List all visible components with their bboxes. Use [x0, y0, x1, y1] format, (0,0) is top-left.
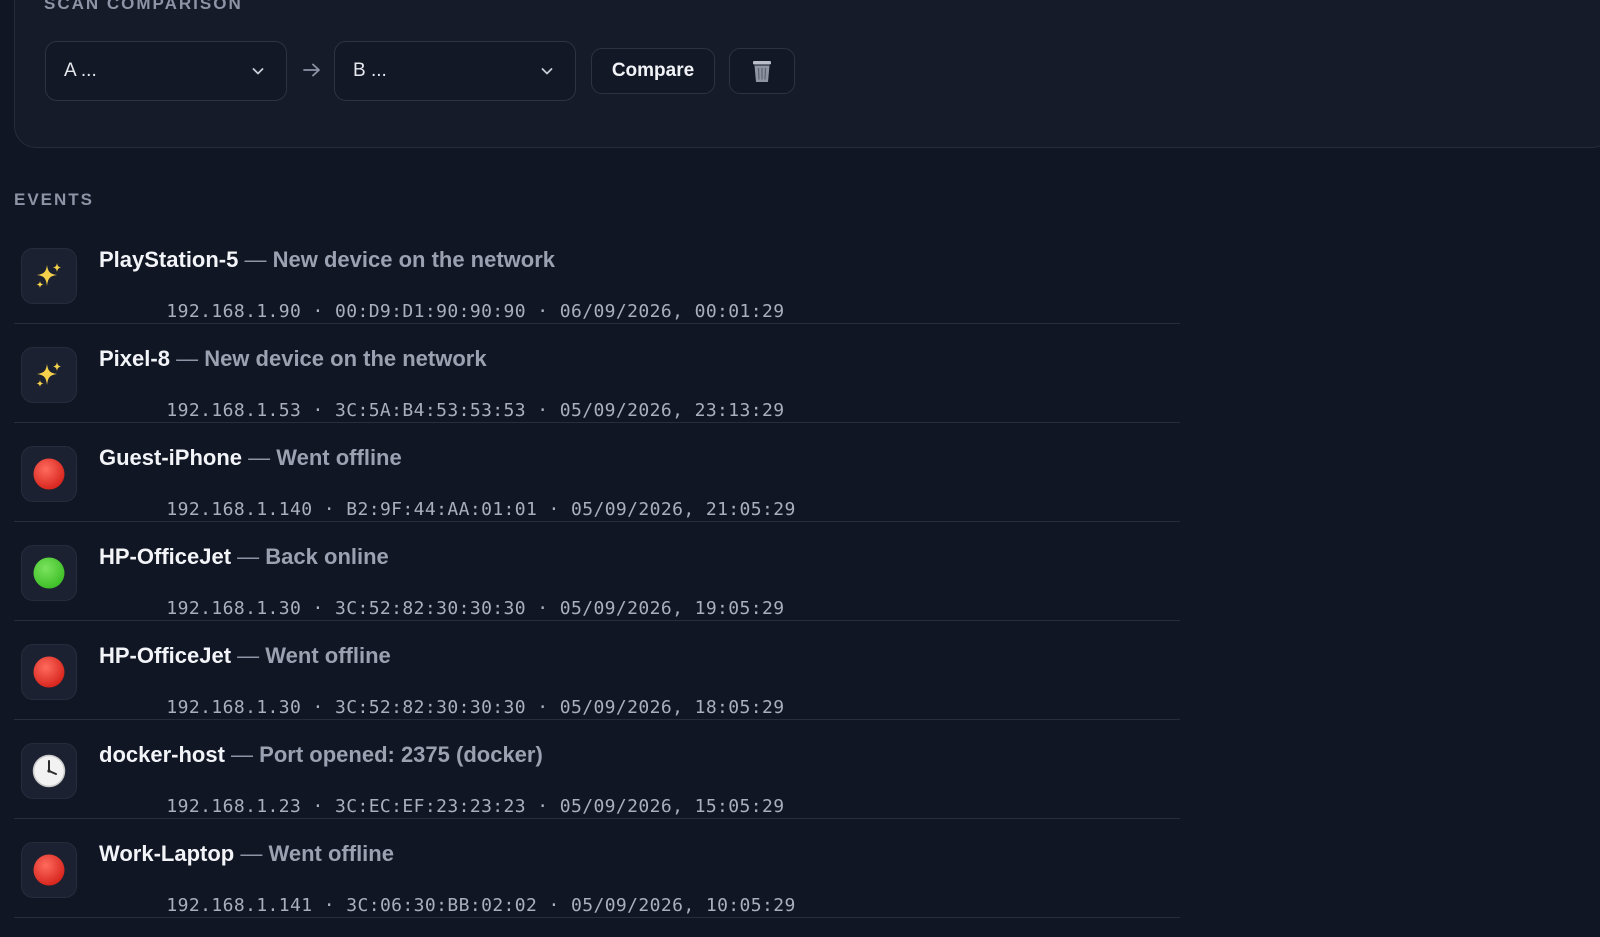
- event-ip: 192.168.1.53: [166, 400, 302, 421]
- trash-icon: [753, 61, 771, 82]
- event-ip: 192.168.1.23: [166, 796, 302, 817]
- event-timestamp: 05/09/2026, 23:13:29: [559, 400, 785, 421]
- event-device-name: PlayStation-5: [99, 247, 239, 272]
- event-timestamp: 05/09/2026, 21:05:29: [570, 499, 796, 520]
- event-row[interactable]: Work-Laptop — Went offline 192.168.1.141…: [14, 819, 1180, 918]
- event-device-name: Pixel-8: [99, 346, 170, 371]
- event-icon: [21, 446, 77, 502]
- chevron-down-icon: [252, 68, 264, 75]
- arrow-right-icon: [303, 63, 320, 77]
- event-separator: —: [248, 445, 277, 470]
- event-timestamp: 05/09/2026, 10:05:29: [570, 895, 796, 916]
- meta-separator: ·: [312, 499, 347, 520]
- red-circle-icon: [33, 656, 65, 688]
- red-circle-icon: [33, 854, 65, 886]
- event-row[interactable]: HP-OfficeJet — Back online 192.168.1.30 …: [14, 522, 1180, 621]
- meta-separator: ·: [301, 697, 335, 718]
- event-separator: —: [176, 346, 205, 371]
- meta-separator: ·: [301, 598, 335, 619]
- scan-comparison-title: SCAN COMPARISON: [44, 0, 243, 13]
- event-ip: 192.168.1.30: [166, 697, 302, 718]
- clock-icon: [32, 754, 66, 788]
- event-description: Went offline: [265, 643, 391, 668]
- event-title: Guest-iPhone — Went offline: [99, 445, 402, 471]
- event-device-name: HP-OfficeJet: [99, 544, 232, 569]
- event-separator: —: [237, 544, 266, 569]
- sparkles-icon: [36, 362, 61, 387]
- event-separator: —: [244, 247, 273, 272]
- event-separator: —: [231, 742, 260, 767]
- event-meta: 192.168.1.141 · 3C:06:30:BB:02:02 · 05/0…: [99, 874, 796, 937]
- meta-separator: ·: [537, 895, 571, 916]
- event-row[interactable]: docker-host — Port opened: 2375 (docker)…: [14, 720, 1180, 819]
- event-icon: [21, 545, 77, 601]
- event-description: Port opened: 2375 (docker): [259, 742, 543, 767]
- compare-button[interactable]: Compare: [591, 48, 715, 94]
- event-title: Pixel-8 — New device on the network: [99, 346, 487, 372]
- meta-separator: ·: [526, 598, 560, 619]
- event-separator: —: [237, 643, 266, 668]
- event-mac: 00:D9:D1:90:90:90: [334, 301, 527, 322]
- meta-separator: ·: [537, 499, 571, 520]
- event-title: HP-OfficeJet — Back online: [99, 544, 389, 570]
- event-icon: [21, 842, 77, 898]
- events-title: EVENTS: [14, 190, 95, 209]
- event-ip: 192.168.1.140: [166, 499, 313, 520]
- meta-separator: ·: [526, 697, 560, 718]
- event-row[interactable]: HP-OfficeJet — Went offline 192.168.1.30…: [14, 621, 1180, 720]
- event-title: Work-Laptop — Went offline: [99, 841, 394, 867]
- meta-separator: ·: [301, 400, 335, 421]
- event-timestamp: 05/09/2026, 19:05:29: [559, 598, 785, 619]
- delete-button[interactable]: [729, 48, 795, 94]
- event-icon: [21, 644, 77, 700]
- scan-a-select-value: A ...: [64, 60, 97, 81]
- meta-separator: ·: [312, 895, 347, 916]
- event-mac: 3C:52:82:30:30:30: [334, 697, 527, 718]
- event-mac: B2:9F:44:AA:01:01: [346, 499, 538, 520]
- event-mac: 3C:06:30:BB:02:02: [346, 895, 538, 916]
- event-row[interactable]: PlayStation-5 — New device on the networ…: [14, 225, 1180, 324]
- red-circle-icon: [33, 458, 65, 490]
- event-description: Went offline: [268, 841, 394, 866]
- event-mac: 3C:52:82:30:30:30: [334, 598, 527, 619]
- meta-separator: ·: [526, 796, 560, 817]
- event-title: docker-host — Port opened: 2375 (docker): [99, 742, 543, 768]
- scan-a-select[interactable]: A ...: [45, 41, 287, 101]
- event-device-name: HP-OfficeJet: [99, 643, 232, 668]
- event-description: Went offline: [276, 445, 402, 470]
- event-timestamp: 05/09/2026, 15:05:29: [559, 796, 785, 817]
- event-icon: [21, 743, 77, 799]
- meta-separator: ·: [526, 301, 560, 322]
- event-ip: 192.168.1.30: [166, 598, 302, 619]
- event-device-name: docker-host: [99, 742, 225, 767]
- event-mac: 3C:5A:B4:53:53:53: [334, 400, 527, 421]
- green-circle-icon: [33, 557, 65, 589]
- event-icon: [21, 347, 77, 403]
- event-description: New device on the network: [272, 247, 556, 272]
- meta-separator: ·: [301, 301, 335, 322]
- sparkles-icon: [36, 263, 61, 288]
- event-ip: 192.168.1.141: [166, 895, 313, 916]
- events-list: PlayStation-5 — New device on the networ…: [14, 225, 1180, 918]
- event-title: HP-OfficeJet — Went offline: [99, 643, 391, 669]
- event-separator: —: [240, 841, 269, 866]
- event-row[interactable]: Guest-iPhone — Went offline 192.168.1.14…: [14, 423, 1180, 522]
- meta-separator: ·: [301, 796, 335, 817]
- chevron-down-icon: [541, 68, 553, 75]
- meta-separator: ·: [526, 400, 560, 421]
- scan-b-select[interactable]: B ...: [334, 41, 576, 101]
- event-device-name: Guest-iPhone: [99, 445, 243, 470]
- event-description: Back online: [265, 544, 389, 569]
- event-timestamp: 06/09/2026, 00:01:29: [559, 301, 785, 322]
- event-timestamp: 05/09/2026, 18:05:29: [559, 697, 785, 718]
- event-row[interactable]: Pixel-8 — New device on the network 192.…: [14, 324, 1180, 423]
- event-ip: 192.168.1.90: [166, 301, 302, 322]
- event-icon: [21, 248, 77, 304]
- scan-b-select-value: B ...: [353, 60, 387, 81]
- event-mac: 3C:EC:EF:23:23:23: [334, 796, 527, 817]
- event-title: PlayStation-5 — New device on the networ…: [99, 247, 555, 273]
- event-description: New device on the network: [204, 346, 487, 371]
- event-device-name: Work-Laptop: [99, 841, 235, 866]
